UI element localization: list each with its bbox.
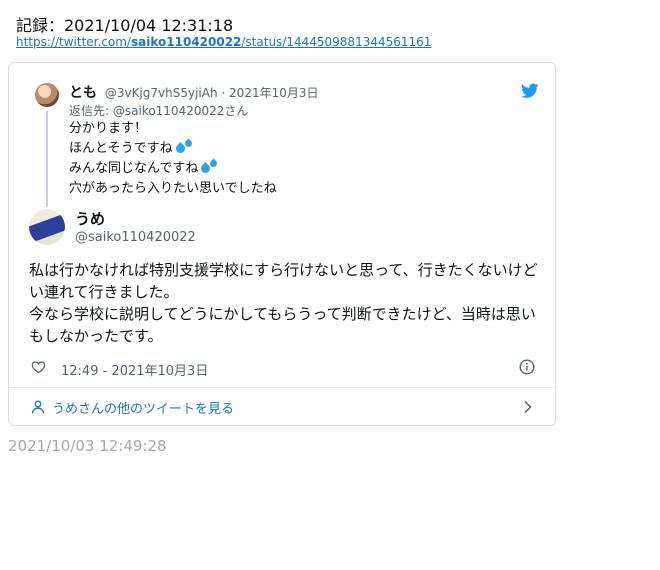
chevron-right-icon [524, 400, 532, 414]
info-icon[interactable] [519, 359, 535, 375]
tweet-text: 私は行かなければ特別支援学校にすら行けないと思って、行きたくないけどい連れて行き… [29, 259, 539, 347]
author-avatar[interactable] [29, 209, 65, 245]
tweet-url-link[interactable]: https://twitter.com/saiko110420022/statu… [16, 35, 431, 49]
author-name[interactable]: うめ [75, 208, 105, 229]
record-timestamp: 記録：2021/10/04 12:31:18 [16, 16, 234, 35]
sweat-droplets-icon [200, 160, 218, 174]
tweet-timestamp[interactable]: 12:49 - 2021年10月3日 [61, 360, 208, 379]
sweat-droplets-icon [175, 140, 193, 154]
person-icon [31, 400, 45, 414]
header-separator: · [221, 86, 226, 100]
url-user: saiko110420022 [130, 35, 242, 49]
tweet-paragraph: 私は行かなければ特別支援学校にすら行けないと思って、行きたくないけどい連れて行き… [29, 261, 538, 301]
quoted-avatar[interactable] [35, 83, 59, 107]
author-handle[interactable]: @saiko110420022 [75, 230, 196, 245]
more-tweets-label: うめさんの他のツイートを見る [52, 402, 235, 417]
thread-line [46, 111, 48, 207]
url-prefix: https://twitter.com/ [16, 35, 131, 49]
quoted-line: みんな同じなんですね [69, 159, 277, 179]
quoted-name[interactable]: とも [69, 85, 97, 101]
quoted-text: 分かります！ ほんとそうですね みんな同じなんですね 穴があったら入りたい思いで… [69, 119, 277, 199]
twitter-bird-icon[interactable] [521, 83, 539, 99]
quoted-handle[interactable]: @3vKjg7vhS5yjiAh [105, 86, 218, 100]
quoted-date[interactable]: 2021年10月3日 [229, 86, 318, 100]
reply-to-line: 返信先: @saiko110420022さん [69, 104, 249, 118]
quoted-header: とも @3vKjg7vhS5yjiAh · 2021年10月3日 [69, 82, 319, 102]
quoted-line: 穴があったら入りたい思いでしたね [69, 181, 277, 196]
more-tweets-link[interactable]: うめさんの他のツイートを見る [9, 388, 555, 425]
quoted-line: ほんとそうですね [69, 139, 277, 159]
capture-timestamp: 2021/10/03 12:49:28 [8, 437, 167, 455]
url-suffix: /status/1444509881344561161 [241, 35, 432, 49]
embedded-tweet-card: とも @3vKjg7vhS5yjiAh · 2021年10月3日 返信先: @s… [8, 62, 556, 426]
tweet-paragraph: 今なら学校に説明してどうにかしてもらうって判断できたけど、当時は思いもしなかった… [29, 305, 536, 345]
quoted-line: 分かります！ [69, 121, 148, 136]
heart-icon[interactable] [31, 360, 46, 374]
